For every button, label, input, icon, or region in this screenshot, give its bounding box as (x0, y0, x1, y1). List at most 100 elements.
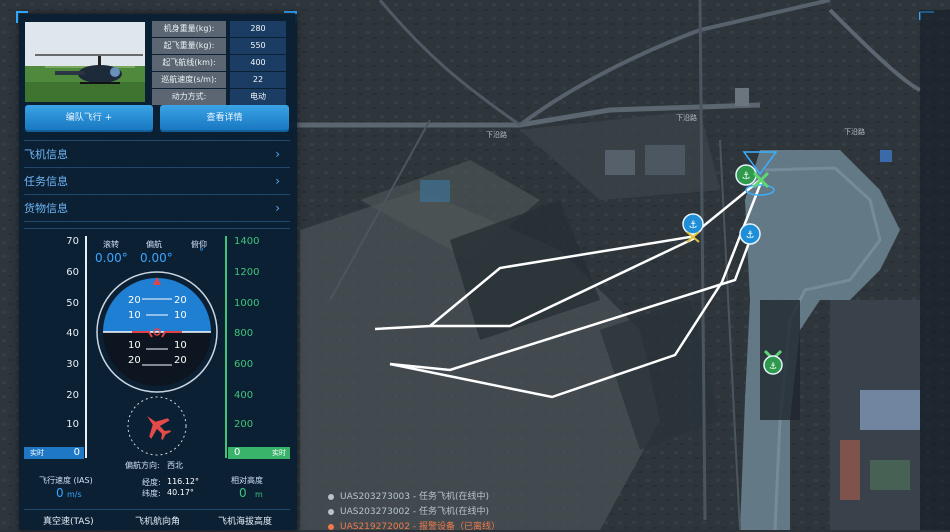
speed-tape-line (85, 236, 87, 458)
svg-text:⚓: ⚓ (746, 230, 755, 241)
right-toolbar-strip (920, 10, 950, 530)
legend-text: UAS203273003 - 任务飞机(在线中) (340, 492, 489, 502)
yaw-value: 0.00° (140, 251, 173, 265)
legend-item[interactable]: UAS203273002 - 任务飞机(在线中) (328, 504, 489, 517)
speed-scale-label: 70 (66, 236, 79, 247)
altitude-scale-label: 800 (234, 328, 254, 339)
view-details-button[interactable]: 查看详情 (160, 105, 289, 132)
divider (24, 509, 290, 510)
road-label: 下沿路 (844, 127, 865, 136)
spec-value: 280 (230, 21, 286, 37)
speed-scale-label: 10 (66, 419, 79, 430)
svg-text:⚓: ⚓ (689, 220, 698, 231)
section-label: 飞机信息 (24, 148, 68, 161)
speed-realtime-tag: 实时 0 (24, 447, 84, 459)
altitude-scale-label: 400 (234, 390, 254, 401)
spec-label: 机身重量(kg): (152, 21, 226, 37)
spec-value: 22 (230, 72, 286, 88)
formation-flight-button[interactable]: 编队飞行 + (25, 105, 153, 132)
true-airspeed-label: 真空速(TAS) (43, 517, 94, 527)
spec-label: 动力方式: (152, 89, 226, 105)
airspeed-unit: m/s (67, 490, 82, 499)
section-mission-info[interactable]: 任务信息 › (24, 169, 290, 195)
spec-value: 400 (230, 55, 286, 71)
aircraft-info-panel: 机身重量(kg): 280 起飞重量(kg): 550 起飞航线(km): 400 巡… (16, 11, 297, 530)
attitude-indicator (96, 271, 218, 393)
section-cargo-info[interactable]: 货物信息 › (24, 196, 290, 222)
relative-altitude-label: 相对高度 (231, 476, 263, 485)
heading-angle-label: 飞机航向角 (135, 517, 181, 527)
airspeed-label: 飞行速度 (IAS) (39, 476, 93, 485)
pitch-ladder-label: 10 (128, 340, 141, 351)
section-label: 任务信息 (24, 175, 68, 188)
speed-indicator-value: 0 (73, 447, 80, 458)
spec-row: 起飞重量(kg): 550 (152, 38, 287, 54)
altitude-realtime-tag: 0 实时 (228, 447, 290, 459)
realtime-label: 实时 (30, 449, 44, 457)
aircraft-specs: 机身重量(kg): 280 起飞重量(kg): 550 起飞航线(km): 400 巡… (152, 21, 287, 106)
pitch-ladder-label: 10 (174, 340, 187, 351)
spec-row: 机身重量(kg): 280 (152, 21, 287, 37)
svg-text:⚓: ⚓ (769, 362, 777, 372)
spec-value: 电动 (230, 89, 286, 105)
divider (24, 140, 290, 141)
heading-label: 偏航方向: (125, 461, 160, 470)
altitude-tape-line (225, 236, 227, 458)
speed-scale-label: 40 (66, 328, 79, 339)
speed-scale-label: 20 (66, 390, 79, 401)
heading-compass (127, 396, 187, 456)
speed-scale-label: 30 (66, 359, 79, 370)
latitude-label: 纬度: (142, 489, 161, 498)
aircraft-photo (25, 22, 145, 102)
chevron-right-icon: › (275, 174, 280, 188)
road-label: 下沿路 (486, 130, 507, 139)
spec-label: 巡航速度(s/m): (152, 72, 226, 88)
pitch-ladder-label: 20 (174, 295, 187, 306)
altitude-scale-label: 600 (234, 359, 254, 370)
pitch-ladder-label: 10 (174, 310, 187, 321)
pitch-ladder-label: 20 (128, 355, 141, 366)
altitude-scale-label: 1400 (234, 236, 260, 247)
legend-item[interactable]: UAS203273003 - 任务飞机(在线中) (328, 489, 489, 502)
spec-label: 起飞航线(km): (152, 55, 226, 71)
pitch-ladder-label: 10 (128, 310, 141, 321)
altitude-scale-label: 1000 (234, 298, 260, 309)
divider (24, 228, 290, 229)
spec-value: 550 (230, 38, 286, 54)
legend-text: UAS219272002 - 报警设备（已离线） (340, 522, 500, 532)
sea-altitude-label: 飞机海拔高度 (218, 517, 273, 527)
legend-text: UAS203273002 - 任务飞机(在线中) (340, 507, 489, 517)
spec-label: 起飞重量(kg): (152, 38, 226, 54)
drone-marker-icon[interactable]: ⚓ (739, 223, 761, 245)
relative-altitude-value: 0 (239, 486, 247, 500)
realtime-label: 实时 (272, 449, 286, 457)
speed-scale-label: 50 (66, 298, 79, 309)
spec-row: 巡航速度(s/m): 22 (152, 72, 287, 88)
legend-dot-icon (328, 508, 334, 515)
legend-dot-icon (328, 523, 334, 530)
airspeed-value: 0 (56, 486, 64, 500)
pitch-ladder-label: 20 (128, 295, 141, 306)
legend-item[interactable]: UAS219272002 - 报警设备（已离线） (328, 519, 500, 532)
altitude-indicator-value: 0 (234, 447, 241, 458)
latitude-value: 40.17° (167, 488, 194, 497)
svg-text:⚓: ⚓ (742, 171, 751, 182)
chevron-right-icon: › (275, 201, 280, 215)
section-label: 货物信息 (24, 202, 68, 215)
heading-value: 西北 (167, 461, 183, 470)
spec-row: 起飞航线(km): 400 (152, 55, 287, 71)
roll-value: 0.00° (95, 251, 128, 265)
section-aircraft-info[interactable]: 飞机信息 › (24, 142, 290, 168)
relative-altitude-unit: m (255, 490, 263, 499)
road-label: 下沿路 (676, 113, 697, 122)
airplane-icon (147, 416, 172, 441)
longitude-value: 116.12° (167, 477, 199, 486)
altitude-scale-label: 1200 (234, 267, 260, 278)
spec-row: 动力方式: 电动 (152, 89, 287, 105)
speed-scale-label: 60 (66, 267, 79, 278)
yaw-label: 偏航 (146, 240, 162, 249)
pitch-ladder-label: 20 (174, 355, 187, 366)
chevron-right-icon: › (275, 147, 280, 161)
roll-label: 滚转 (103, 240, 119, 249)
longitude-label: 经度: (142, 478, 161, 487)
